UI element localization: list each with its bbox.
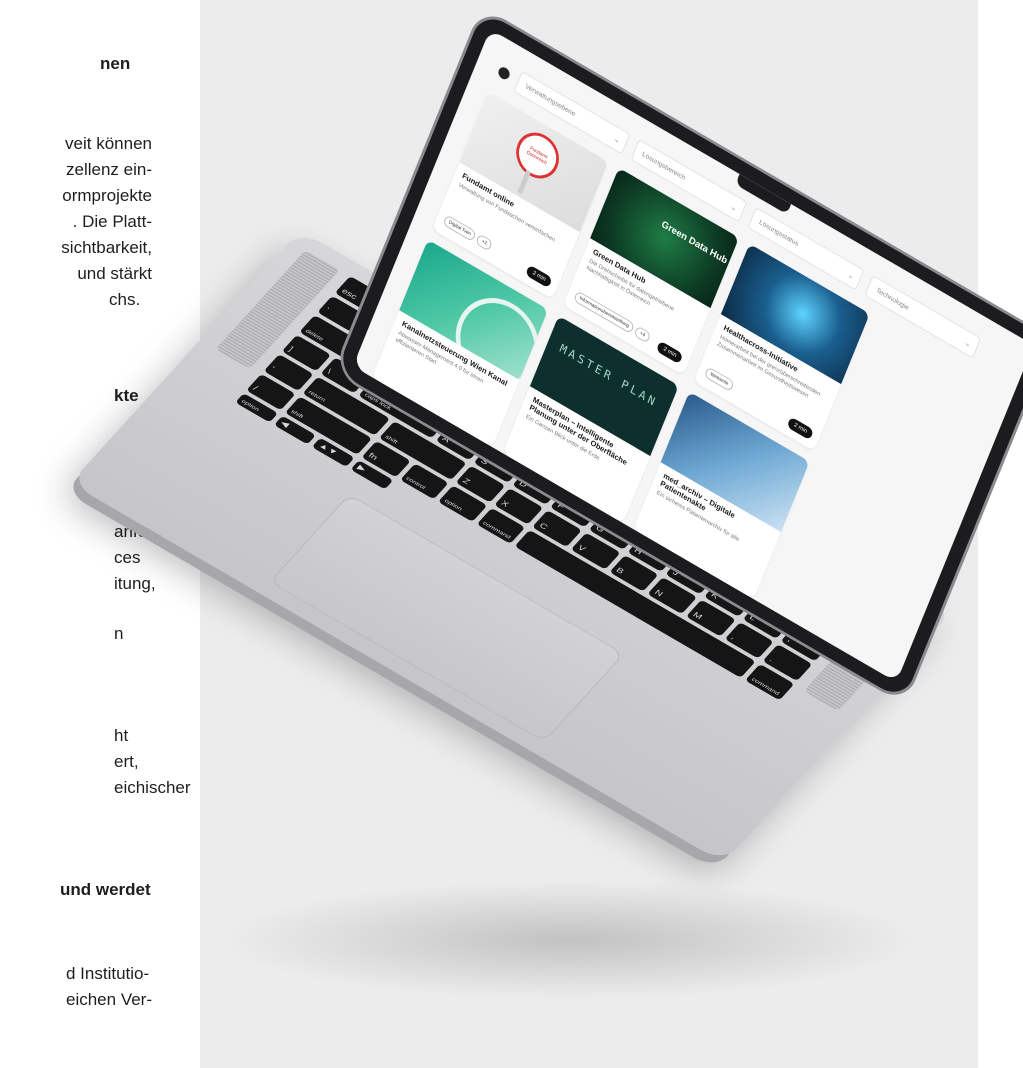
- reading-time-badge: 2 min: [786, 416, 815, 441]
- card-tag[interactable]: Informationsbereitstellung: [573, 290, 636, 335]
- filter-label: Verwaltungsebene: [524, 83, 577, 119]
- card-tags: Digital Twin +2: [442, 214, 494, 252]
- chevron-down-icon: ⌄: [729, 201, 739, 214]
- card-tag[interactable]: Digital Twin: [442, 214, 478, 243]
- lens-text: Fundamt Österreich: [525, 145, 549, 167]
- chevron-down-icon: ⌄: [963, 337, 973, 350]
- card-tag-more[interactable]: +4: [633, 325, 652, 344]
- card-tags: Webseite: [703, 366, 735, 393]
- magnifier-handle: [517, 169, 531, 195]
- reading-time-badge: 2 min: [656, 340, 684, 365]
- filter-label: Technologie: [875, 287, 910, 312]
- site-logo-icon[interactable]: [496, 65, 512, 82]
- image-caption: Green Data Hub: [659, 219, 729, 267]
- chevron-down-icon: ⌄: [846, 269, 856, 282]
- laptop-mockup: esc`1234567890-=deletetabQWERTYUIOP[]\ca…: [0, 0, 1023, 1068]
- card-tag-more[interactable]: +2: [475, 233, 494, 252]
- reading-time-badge: 2 min: [525, 264, 553, 289]
- filter-label: Lösungsstatus: [758, 219, 800, 248]
- chevron-down-icon: ⌄: [612, 133, 622, 146]
- card-tag[interactable]: Webseite: [703, 366, 735, 393]
- magnifier-image: Fundamt Österreich: [509, 124, 566, 187]
- filter-label: Lösungsbereich: [641, 151, 687, 182]
